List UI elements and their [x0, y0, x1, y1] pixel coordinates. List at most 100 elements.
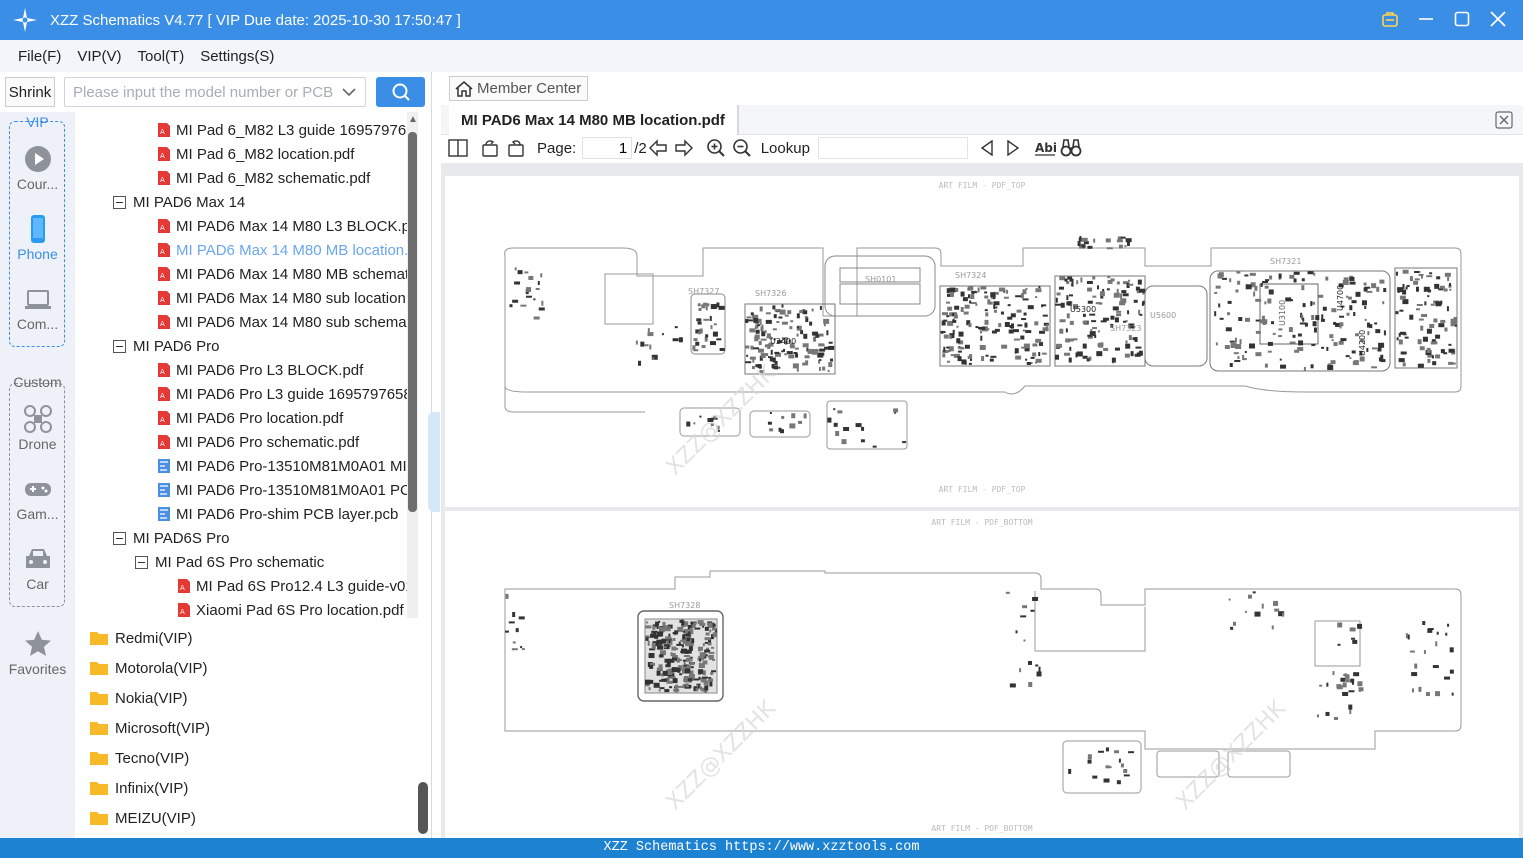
match-case-icon[interactable]: Abi	[1034, 137, 1056, 159]
svg-text:A: A	[160, 440, 165, 448]
tree-file[interactable]: MI PAD6 Pro-13510M81M0A01 MI	[157, 454, 407, 478]
find-all-icon[interactable]	[1060, 137, 1082, 159]
brand-folder[interactable]: Infinix(VIP)	[89, 773, 188, 803]
tree-file[interactable]: A MI PAD6 Pro L3 BLOCK.pdf	[157, 358, 363, 382]
rail-item-label: Drone	[18, 436, 57, 452]
tree-file[interactable]: A MI PAD6 Max 14 M80 sub location	[157, 286, 406, 310]
brand-folder[interactable]: Nokia(VIP)	[89, 683, 188, 713]
pdf-file-icon: A	[178, 579, 190, 593]
shrink-button[interactable]: Shrink	[5, 77, 55, 107]
tree-file[interactable]: A MI Pad 6_M82 schematic.pdf	[157, 166, 370, 190]
menu-tool[interactable]: Tool(T)	[130, 48, 193, 65]
minimize-icon[interactable]	[1415, 8, 1437, 30]
tree-file[interactable]: A MI Pad 6S Pro12.4 L3 guide-v01	[177, 574, 414, 598]
pdf-file-icon: A	[158, 291, 170, 305]
member-center-button[interactable]: Member Center	[449, 76, 588, 101]
next-page-icon[interactable]	[673, 137, 695, 159]
svg-text:Abi: Abi	[1035, 141, 1056, 155]
svg-text:A: A	[160, 176, 165, 184]
menu-vip[interactable]: VIP(V)	[69, 48, 129, 65]
rail-item-favorites[interactable]: Favorites	[0, 629, 75, 677]
rail-item-course[interactable]: Cour...	[0, 144, 75, 192]
brand-folder[interactable]: Microsoft(VIP)	[89, 713, 210, 743]
menu-bar: File(F) VIP(V) Tool(T) Settings(S)	[0, 40, 1523, 72]
find-prev-icon[interactable]	[976, 137, 998, 159]
title-bar: XZZ Schematics V4.77 [ VIP Due date: 202…	[0, 0, 1523, 40]
zoom-in-icon[interactable]	[705, 137, 727, 159]
menu-settings[interactable]: Settings(S)	[192, 48, 282, 65]
vip-badge-icon[interactable]	[1379, 8, 1401, 30]
rotate-right-icon[interactable]	[505, 137, 527, 159]
close-tab-icon[interactable]	[1495, 111, 1513, 129]
collapse-icon[interactable]	[113, 195, 126, 209]
brand-list: Redmi(VIP) Motorola(VIP) Nokia(VIP) Microso…	[75, 622, 418, 838]
tree-file[interactable]: MI PAD6 Pro-13510M81M0A01 PC	[157, 478, 411, 502]
tree-file[interactable]: A MI Pad 6_M82 location.pdf	[157, 142, 354, 166]
tree-file[interactable]: A MI PAD6 Max 14 M80 L3 BLOCK.pdf	[157, 214, 418, 238]
chevron-down-icon[interactable]	[341, 84, 357, 100]
brand-folder[interactable]: MEIZU(VIP)	[89, 803, 196, 833]
tree-file[interactable]: A MI PAD6 Pro location.pdf	[157, 406, 343, 430]
prev-page-icon[interactable]	[647, 137, 669, 159]
folder-icon	[90, 812, 108, 825]
tree-item-label: MI PAD6 Pro schematic.pdf	[176, 433, 360, 451]
scroll-up-icon[interactable]: ▲	[408, 114, 418, 125]
zoom-out-icon[interactable]	[731, 137, 753, 159]
rail-item-phone[interactable]: Phone	[0, 214, 75, 262]
tree-scroll-thumb[interactable]	[408, 132, 417, 512]
tree-file[interactable]: A MI PAD6 Max 14 M80 MB location.pdf	[157, 238, 418, 262]
document-tab[interactable]: MI PAD6 Max 14 M80 MB location.pdf	[449, 105, 739, 135]
tree-file[interactable]: A MI PAD6 Pro L3 guide 1695797658	[157, 382, 412, 406]
brand-label: Motorola(VIP)	[115, 659, 208, 677]
search-button[interactable]	[376, 77, 425, 107]
collapse-icon[interactable]	[113, 339, 126, 353]
tree-folder[interactable]: MI PAD6S Pro	[113, 526, 229, 550]
two-page-view-icon[interactable]	[447, 137, 469, 159]
collapse-icon[interactable]	[113, 531, 126, 545]
tree-file[interactable]: A MI PAD6 Pro schematic.pdf	[157, 430, 359, 454]
svg-text:A: A	[160, 152, 165, 160]
tree-folder[interactable]: MI PAD6 Pro	[113, 334, 219, 358]
page-number-input[interactable]	[582, 137, 633, 159]
tree-file[interactable]: A MI PAD6 Max 14 M80 sub schematic	[157, 310, 418, 334]
rail-item-computer[interactable]: Com...	[0, 284, 75, 332]
pdf-viewer[interactable]: ART FILM - PDF_TOP ART FILM - PDF_TOP SH…	[441, 163, 1523, 838]
pcb-file-icon	[158, 507, 170, 521]
pdf-file-icon: A	[158, 411, 170, 425]
collapse-icon[interactable]	[135, 555, 148, 569]
folder-icon	[90, 662, 108, 675]
svg-text:A: A	[180, 608, 185, 616]
tree-scrollbar[interactable]: ▲	[407, 112, 418, 618]
svg-text:SH7326: SH7326	[755, 289, 786, 298]
brand-folder[interactable]: Redmi(VIP)	[89, 623, 193, 653]
svg-text:A: A	[160, 392, 165, 400]
svg-text:SH7327: SH7327	[688, 287, 719, 296]
maximize-icon[interactable]	[1451, 8, 1473, 30]
close-icon[interactable]	[1487, 8, 1509, 30]
tree-file[interactable]: A Xiaomi Pad 6S Pro location.pdf	[177, 598, 404, 618]
tree-file[interactable]: A MI Pad 6_M82 L3 guide 169579765	[157, 118, 415, 142]
rotate-left-icon[interactable]	[479, 137, 501, 159]
brand-label: Microsoft(VIP)	[115, 719, 211, 737]
lookup-input[interactable]	[817, 137, 968, 159]
menu-file[interactable]: File(F)	[10, 48, 69, 65]
rail-item-drone[interactable]: Drone	[0, 404, 75, 452]
brand-label: MEIZU(VIP)	[115, 809, 196, 827]
find-next-icon[interactable]	[1002, 137, 1024, 159]
svg-text:U2400: U2400	[770, 337, 796, 346]
panel-collapse-handle[interactable]	[428, 412, 440, 512]
brand-folder[interactable]: Motorola(VIP)	[89, 653, 208, 683]
panel-scroll-thumb[interactable]	[418, 782, 428, 834]
rail-item-game[interactable]: Gam...	[0, 474, 75, 522]
brand-folder[interactable]: Tecno(VIP)	[89, 743, 189, 773]
rail-item-car[interactable]: Car	[0, 544, 75, 592]
category-rail: VIP Custom Cour... Phone Com... Drone Ga…	[0, 112, 75, 838]
tree-folder[interactable]: MI PAD6 Max 14	[113, 190, 245, 214]
tree-file[interactable]: MI PAD6 Pro-shim PCB layer.pcb	[157, 502, 398, 526]
pdf-file-icon: A	[158, 435, 170, 449]
gamepad-icon	[24, 483, 51, 496]
tree-file[interactable]: A MI PAD6 Max 14 M80 MB schematic	[157, 262, 418, 286]
play-circle-icon	[24, 146, 51, 172]
model-search-input[interactable]	[73, 83, 339, 101]
tree-folder[interactable]: MI Pad 6S Pro schematic	[135, 550, 324, 574]
